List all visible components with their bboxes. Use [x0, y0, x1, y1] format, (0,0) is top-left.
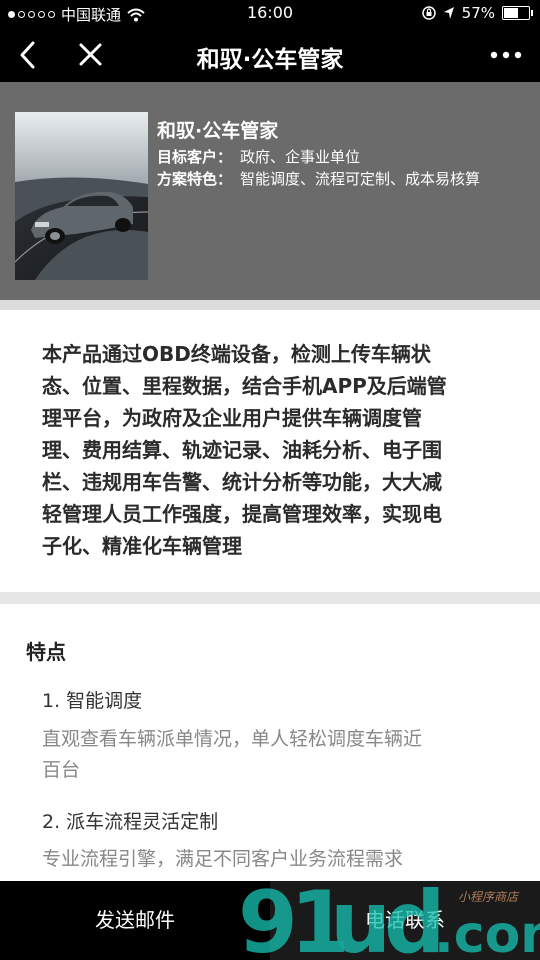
intro-paragraph: 本产品通过OBD终端设备，检测上传车辆状 态、位置、里程数据，结合手机APP及后…: [42, 338, 502, 562]
feature-description-line: 直观查看车辆派单情况，单人轻松调度车辆近: [42, 728, 423, 750]
solution-feature-row: 方案特色： 智能调度、流程可定制、成本易核算: [157, 168, 480, 189]
product-header: 和驭·公车管家 目标客户： 政府、企事业单位 方案特色： 智能调度、流程可定制、成本…: [0, 82, 540, 300]
feature-description-line: 百台: [42, 759, 81, 781]
status-bar: 中国联通 16:00 57%: [0, 0, 540, 28]
more-dots-icon: [490, 51, 522, 59]
nav-bar: 和驭·公车管家: [0, 28, 540, 82]
features-section: 特点 1. 智能调度 直观查看车辆派单情况，单人轻松调度车辆近 百台 2. 派车…: [0, 604, 540, 904]
orientation-lock-icon: [421, 6, 436, 20]
watermark-caption: 小程序商店: [458, 890, 519, 904]
feature-heading: 1. 智能调度: [42, 690, 143, 712]
features-title: 特点: [26, 640, 66, 664]
intro-section: 本产品通过OBD终端设备，检测上传车辆状 态、位置、里程数据，结合手机APP及后…: [0, 310, 540, 592]
section-divider: [0, 300, 540, 310]
section-divider: [0, 592, 540, 604]
intro-line: 栏、违规用车告警、统计分析等功能，大大减: [42, 470, 442, 494]
more-button[interactable]: [486, 38, 526, 72]
target-customer-label: 目标客户：: [157, 148, 233, 166]
status-right: 57%: [421, 4, 533, 22]
target-customer-row: 目标客户： 政府、企事业单位: [157, 146, 360, 167]
location-arrow-icon: [443, 7, 454, 19]
page-title: 和驭·公车管家: [196, 47, 344, 73]
svg-text:.com: .com: [434, 905, 540, 960]
target-customer-value: 政府、企事业单位: [240, 148, 361, 166]
intro-line: 理、费用结算、轨迹记录、油耗分析、电子围: [42, 438, 442, 462]
feature-description-line: 专业流程引擎，满足不同客户业务流程需求: [42, 848, 404, 870]
feature-description: 专业流程引擎，满足不同客户业务流程需求: [42, 844, 497, 875]
intro-line: 理平台，为政府及企业用户提供车辆调度管: [42, 406, 422, 430]
solution-feature-label: 方案特色：: [157, 170, 233, 188]
car-image: [15, 112, 148, 280]
intro-line: 子化、精准化车辆管理: [42, 534, 242, 558]
page: 中国联通 16:00 57% 和驭·公车管家 和驭·公车管家 目标客户： 政府、…: [0, 0, 540, 960]
intro-line: 本产品通过OBD终端设备，检测上传车辆状: [42, 342, 431, 366]
solution-feature-value: 智能调度、流程可定制、成本易核算: [240, 170, 481, 188]
svg-text:u: u: [330, 878, 391, 960]
product-title: 和驭·公车管家: [157, 120, 279, 142]
feature-description: 直观查看车辆派单情况，单人轻松调度车辆近 百台: [42, 724, 497, 786]
send-email-button[interactable]: 发送邮件: [0, 881, 270, 960]
intro-line: 轻管理人员工作强度，提高管理效率，实现电: [42, 502, 442, 526]
battery-icon: [502, 6, 533, 20]
intro-line: 态、位置、里程数据，结合手机APP及后端管: [42, 374, 447, 398]
feature-heading: 2. 派车流程灵活定制: [42, 811, 219, 833]
battery-percent: 57%: [461, 4, 495, 22]
svg-text:9: 9: [238, 878, 298, 960]
